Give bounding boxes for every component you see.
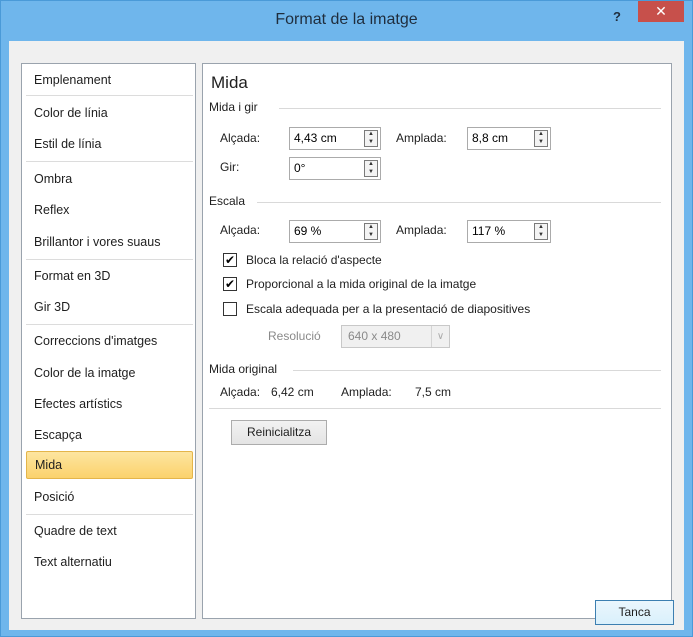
nav-divider bbox=[26, 161, 193, 162]
group-divider bbox=[279, 108, 661, 109]
height-spinner[interactable]: 4,43 cm ▲ ▼ bbox=[289, 127, 381, 150]
spinner-buttons[interactable]: ▲ ▼ bbox=[534, 130, 548, 147]
spin-down-icon[interactable]: ▼ bbox=[365, 139, 377, 146]
relative-original-checkbox[interactable]: ✔ bbox=[223, 277, 237, 291]
original-height-label: Alçada: bbox=[220, 385, 261, 399]
nav-item-alt-text[interactable]: Text alternatiu bbox=[26, 548, 193, 576]
scale-width-label: Amplada: bbox=[396, 223, 447, 237]
nav-item-fill[interactable]: Emplenament bbox=[26, 66, 193, 94]
spin-up-icon[interactable]: ▲ bbox=[365, 161, 377, 168]
nav-item-glow-soft-edges[interactable]: Brillantor i vores suaus bbox=[26, 228, 193, 256]
best-scale-checkbox[interactable] bbox=[223, 302, 237, 316]
help-button[interactable]: ? bbox=[607, 7, 627, 27]
nav-divider bbox=[26, 95, 193, 96]
resolution-select: 640 x 480 ∨ bbox=[341, 325, 450, 348]
width-spinner[interactable]: 8,8 cm ▲ ▼ bbox=[467, 127, 551, 150]
nav-divider bbox=[26, 514, 193, 515]
spin-up-icon[interactable]: ▲ bbox=[535, 224, 547, 231]
title-bar: Format de la imatge ? ✕ bbox=[1, 1, 692, 41]
spinner-buttons[interactable]: ▲ ▼ bbox=[364, 130, 378, 147]
original-width-label: Amplada: bbox=[341, 385, 392, 399]
category-list: Emplenament Color de línia Estil de líni… bbox=[21, 63, 196, 619]
close-window-button[interactable]: ✕ bbox=[638, 1, 684, 22]
spin-up-icon[interactable]: ▲ bbox=[365, 224, 377, 231]
reset-button[interactable]: Reinicialitza bbox=[231, 420, 327, 445]
rotation-spinner[interactable]: 0° ▲ ▼ bbox=[289, 157, 381, 180]
original-width-value: 7,5 cm bbox=[415, 385, 452, 399]
rotation-label: Gir: bbox=[220, 160, 240, 174]
spin-down-icon[interactable]: ▼ bbox=[365, 169, 377, 176]
spinner-buttons[interactable]: ▲ ▼ bbox=[534, 223, 548, 240]
spinner-buttons[interactable]: ▲ ▼ bbox=[364, 223, 378, 240]
nav-divider bbox=[26, 259, 193, 260]
nav-item-line-style[interactable]: Estil de línia bbox=[26, 130, 193, 158]
scale-heading: Escala bbox=[209, 194, 246, 208]
nav-item-artistic-effects[interactable]: Efectes artístics bbox=[26, 390, 193, 418]
spin-up-icon[interactable]: ▲ bbox=[365, 131, 377, 138]
nav-item-text-box[interactable]: Quadre de text bbox=[26, 517, 193, 545]
nav-item-picture-color[interactable]: Color de la imatge bbox=[26, 359, 193, 387]
nav-item-crop[interactable]: Escapça bbox=[26, 421, 193, 449]
scale-width-spinner[interactable]: 117 % ▲ ▼ bbox=[467, 220, 551, 243]
nav-item-shadow[interactable]: Ombra bbox=[26, 165, 193, 193]
spin-up-icon[interactable]: ▲ bbox=[535, 131, 547, 138]
nav-item-reflection[interactable]: Reflex bbox=[26, 196, 193, 224]
spinner-buttons[interactable]: ▲ ▼ bbox=[364, 160, 378, 177]
size-pane: Mida Mida i gir Alçada: 4,43 cm ▲ ▼ Ampl… bbox=[202, 63, 672, 619]
lock-aspect-label[interactable]: Bloca la relació d'aspecte bbox=[246, 250, 382, 270]
spin-down-icon[interactable]: ▼ bbox=[365, 232, 377, 239]
relative-original-label[interactable]: Proporcional a la mida original de la im… bbox=[246, 274, 476, 294]
scale-width-value: 117 % bbox=[472, 224, 506, 238]
height-value: 4,43 cm bbox=[294, 131, 337, 145]
resolution-value: 640 x 480 bbox=[348, 329, 401, 343]
width-value: 8,8 cm bbox=[472, 131, 509, 145]
nav-item-size[interactable]: Mida bbox=[26, 451, 193, 479]
size-rotate-heading: Mida i gir bbox=[209, 100, 258, 114]
original-size-heading: Mida original bbox=[209, 362, 278, 376]
group-divider bbox=[293, 370, 661, 371]
spin-down-icon[interactable]: ▼ bbox=[535, 232, 547, 239]
original-height-value: 6,42 cm bbox=[271, 385, 314, 399]
spin-down-icon[interactable]: ▼ bbox=[535, 139, 547, 146]
scale-height-label: Alçada: bbox=[220, 223, 261, 237]
best-scale-label[interactable]: Escala adequada per a la presentació de … bbox=[246, 299, 530, 319]
format-picture-dialog: Format de la imatge ? ✕ Emplenament Colo… bbox=[0, 0, 693, 637]
dialog-body: Emplenament Color de línia Estil de líni… bbox=[9, 41, 684, 630]
chevron-down-icon: ∨ bbox=[431, 326, 449, 347]
group-divider bbox=[209, 408, 661, 409]
rotation-value: 0° bbox=[294, 161, 306, 175]
scale-height-value: 69 % bbox=[294, 224, 322, 238]
nav-item-position[interactable]: Posició bbox=[26, 483, 193, 511]
width-label: Amplada: bbox=[396, 131, 447, 145]
dialog-title: Format de la imatge bbox=[275, 11, 418, 28]
lock-aspect-checkbox[interactable]: ✔ bbox=[223, 253, 237, 267]
resolution-label: Resolució bbox=[268, 329, 321, 343]
nav-divider bbox=[26, 324, 193, 325]
height-label: Alçada: bbox=[220, 131, 261, 145]
nav-item-picture-corrections[interactable]: Correccions d'imatges bbox=[26, 327, 193, 355]
close-button[interactable]: Tanca bbox=[595, 600, 674, 625]
nav-item-line-color[interactable]: Color de línia bbox=[26, 99, 193, 127]
scale-height-spinner[interactable]: 69 % ▲ ▼ bbox=[289, 220, 381, 243]
pane-title: Mida bbox=[211, 73, 248, 92]
nav-item-3d-format[interactable]: Format en 3D bbox=[26, 262, 193, 290]
nav-item-3d-rotation[interactable]: Gir 3D bbox=[26, 293, 193, 321]
group-divider bbox=[257, 202, 661, 203]
